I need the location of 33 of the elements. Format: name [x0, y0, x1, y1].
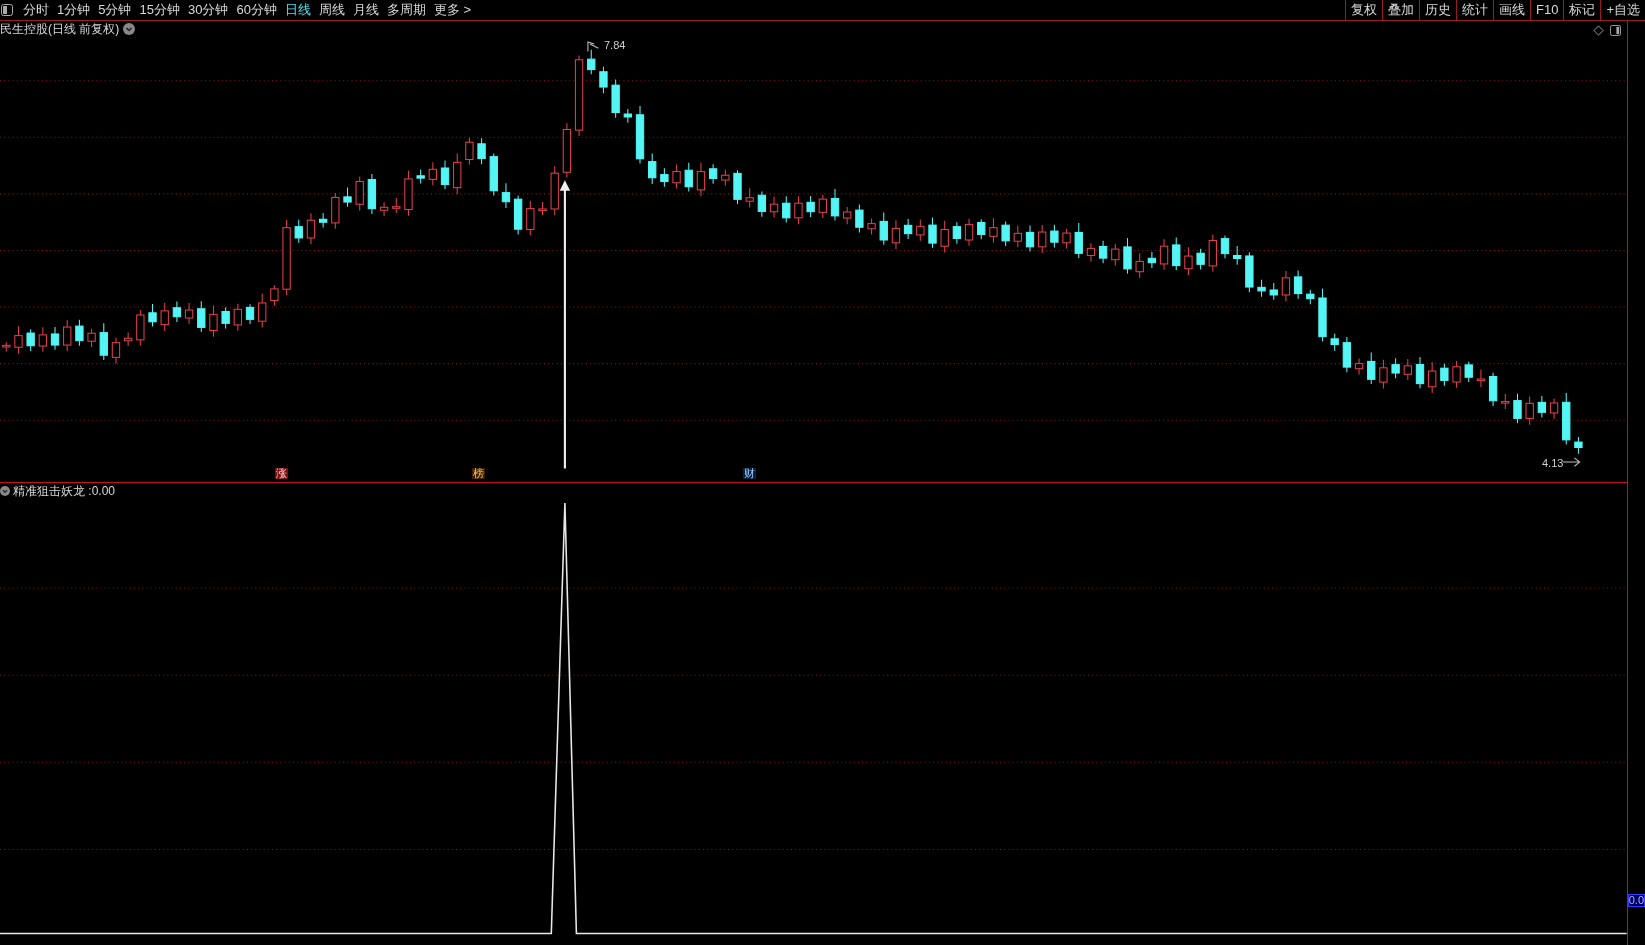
period-tab[interactable]: 月线: [348, 0, 383, 20]
high-price-label: 7.84: [604, 40, 626, 51]
toolbar-button[interactable]: 复权: [1345, 0, 1382, 20]
event-marker[interactable]: 财: [743, 468, 756, 479]
chart-title: 民生控股(日线 前复权): [0, 23, 120, 35]
diamond-icon[interactable]: [1592, 25, 1604, 36]
period-tab[interactable]: 分时: [19, 0, 53, 20]
dropdown-icon[interactable]: [0, 486, 10, 496]
period-tab[interactable]: 更多 >: [429, 0, 476, 20]
toolbar-button[interactable]: 叠加: [1382, 0, 1419, 20]
period-tab[interactable]: 1分钟: [53, 0, 95, 20]
toolbar-button[interactable]: 历史: [1419, 0, 1456, 20]
period-tab[interactable]: 日线: [280, 0, 315, 20]
leader-line: [1562, 457, 1581, 467]
indicator-title: 精准狙击妖龙 :0.00: [13, 485, 116, 497]
toolbar-button[interactable]: +自选: [1600, 0, 1645, 20]
period-tab[interactable]: 60分钟: [232, 0, 281, 20]
low-price-label: 4.13: [1542, 458, 1564, 469]
period-tab[interactable]: 多周期: [382, 0, 430, 20]
period-tab[interactable]: 5分钟: [94, 0, 136, 20]
period-tab[interactable]: 30分钟: [183, 0, 233, 20]
leader-line: [587, 41, 599, 52]
panel-toggle-icon[interactable]: [1609, 25, 1621, 36]
dropdown-icon[interactable]: [123, 23, 136, 35]
toolbar-button[interactable]: 画线: [1493, 0, 1530, 20]
panel-toggle-icon[interactable]: [1, 4, 13, 16]
toolbar-button[interactable]: 统计: [1456, 0, 1493, 20]
period-tab[interactable]: 15分钟: [135, 0, 184, 20]
event-marker[interactable]: 榜: [472, 468, 485, 479]
toolbar-button[interactable]: 标记: [1563, 0, 1601, 20]
toolbar-button[interactable]: F10: [1530, 0, 1564, 20]
event-marker[interactable]: 涨: [275, 468, 288, 479]
period-tab[interactable]: 周线: [314, 0, 349, 20]
